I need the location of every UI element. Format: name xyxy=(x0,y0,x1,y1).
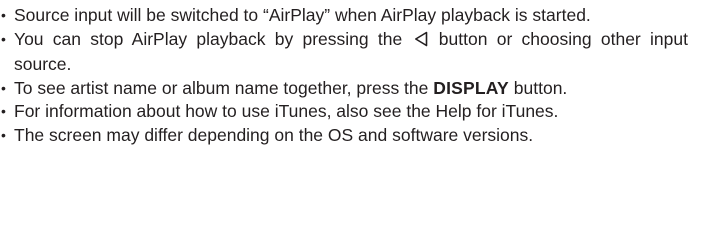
bullet: • xyxy=(1,79,6,96)
note-text: Source input will be switched to “AirPla… xyxy=(14,5,591,25)
note-text: For information about how to use iTunes,… xyxy=(14,101,559,122)
notes-list: • Source input will be switched to “AirP… xyxy=(0,4,688,148)
note-screen-differs: • The screen may differ depending on the… xyxy=(0,124,688,148)
note-display-button: • To see artist name or album name toget… xyxy=(0,77,688,101)
note-itunes-help: • For information about how to use iTune… xyxy=(0,100,688,124)
note-stop-playback: • You can stop AirPlay playback by press… xyxy=(0,28,688,77)
note-text: The screen may differ depending on the O… xyxy=(14,124,534,145)
note-text: You can stop AirPlay playback by pressin… xyxy=(14,28,403,49)
bullet: • xyxy=(1,126,6,143)
note-text: To see artist name or album name togethe… xyxy=(14,77,429,98)
note-airplay-source: • Source input will be switched to “AirP… xyxy=(0,4,688,28)
display-button-label: DISPLAY xyxy=(433,77,509,98)
back-triangle-icon xyxy=(414,30,428,54)
bullet: • xyxy=(1,103,6,120)
bullet: • xyxy=(1,30,6,47)
note-text: button. xyxy=(513,77,568,98)
bullet: • xyxy=(1,7,6,23)
